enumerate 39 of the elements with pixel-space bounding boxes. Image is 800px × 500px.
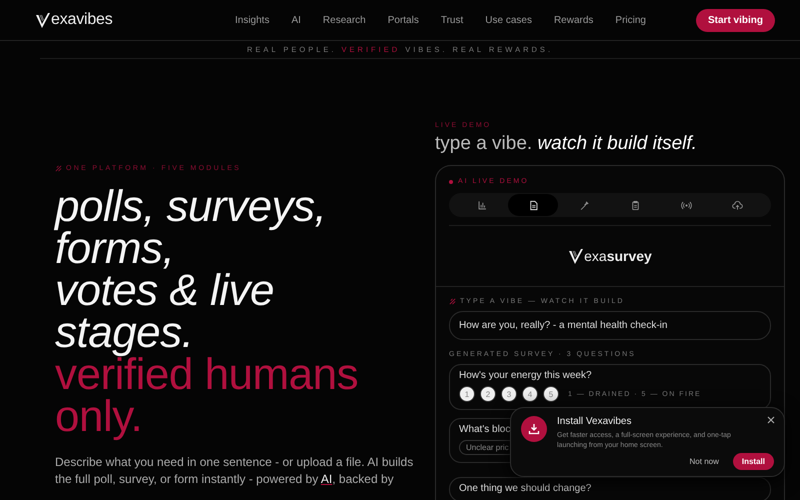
- logo-mark-icon: [35, 12, 51, 29]
- nav-link[interactable]: Pricing: [615, 14, 646, 26]
- nav-link[interactable]: Research: [322, 14, 366, 26]
- nav-link[interactable]: Insights: [234, 14, 270, 26]
- clipboard-icon: [630, 200, 642, 210]
- logo-mark-icon: [568, 248, 584, 264]
- nav-link[interactable]: AI: [291, 14, 301, 26]
- headline-line: votes & live: [55, 270, 275, 312]
- accent-headline-line: only.: [55, 396, 144, 438]
- bar-chart-icon: [476, 200, 488, 210]
- question-text: How's your energy this week?: [459, 370, 592, 381]
- headline-line: stages.: [55, 312, 194, 354]
- vibe-input-field[interactable]: How are you, really? - a mental health check-in: [449, 311, 771, 340]
- hero-description: Describe what you need in one sentence - or upload a file. AI builds the full poll, survey, or form instantly - powered by AI, backed by: [55, 454, 414, 488]
- sparkle-icon: [449, 298, 456, 305]
- popup-title: Install Vexavibes: [557, 416, 632, 427]
- nav-link[interactable]: Portals: [388, 14, 419, 26]
- demo-heading: type a vibe. watch it build itself.: [435, 133, 698, 155]
- nav-link[interactable]: Trust: [440, 14, 464, 26]
- document-icon: [528, 200, 539, 210]
- wand-icon: [578, 200, 590, 210]
- sparkle-icon: [55, 165, 62, 172]
- nav-link[interactable]: Rewards: [554, 14, 594, 26]
- install-button[interactable]: Install: [732, 453, 774, 470]
- brand-logo[interactable]: exavibes: [51, 11, 113, 29]
- start-vibing-button[interactable]: Start vibing: [696, 8, 775, 32]
- live-dot-icon: [449, 180, 453, 184]
- module-tab[interactable]: [508, 194, 558, 216]
- cloud-upload-icon: [732, 200, 744, 210]
- download-icon: [521, 416, 547, 442]
- question-text: What's bloc: [459, 424, 510, 435]
- question-text: One thing we should change?: [459, 483, 592, 494]
- product-logo: exasurvey: [584, 248, 652, 264]
- ai-link[interactable]: AI: [320, 472, 332, 486]
- broadcast-icon: [681, 200, 692, 210]
- close-icon[interactable]: [767, 416, 775, 424]
- not-now-button[interactable]: Not now: [690, 457, 719, 466]
- headline-line: polls, surveys,: [55, 186, 328, 228]
- nav-link[interactable]: Use cases: [485, 14, 532, 26]
